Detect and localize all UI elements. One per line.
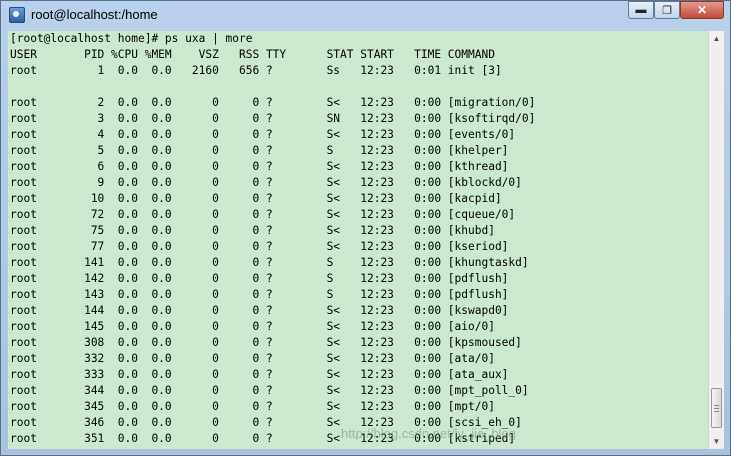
terminal-line: root 5 0.0 0.0 0 0 ? S 12:23 0:00 [khelp… — [10, 144, 509, 157]
terminal-line: root 72 0.0 0.0 0 0 ? S< 12:23 0:00 [cqu… — [10, 208, 516, 221]
terminal-line: root 9 0.0 0.0 0 0 ? S< 12:23 0:00 [kblo… — [10, 176, 522, 189]
terminal-line: root 144 0.0 0.0 0 0 ? S< 12:23 0:00 [ks… — [10, 304, 509, 317]
terminal-line: root 6 0.0 0.0 0 0 ? S< 12:23 0:00 [kthr… — [10, 160, 509, 173]
terminal-line: root 3 0.0 0.0 0 0 ? SN 12:23 0:00 [ksof… — [10, 112, 536, 125]
title-bar[interactable]: root@localhost:/home ▬ ❐ ✕ — [1, 1, 730, 31]
terminal-line: root 141 0.0 0.0 0 0 ? S 12:23 0:00 [khu… — [10, 256, 529, 269]
terminal-line: root 345 0.0 0.0 0 0 ? S< 12:23 0:00 [mp… — [10, 400, 495, 413]
close-icon: ✕ — [696, 3, 708, 17]
watermark: http://blog.csdn.net/ly_jie_blog — [341, 426, 516, 441]
terminal-line: root 143 0.0 0.0 0 0 ? S 12:23 0:00 [pdf… — [10, 288, 509, 301]
scroll-up-arrow-icon[interactable]: ▲ — [709, 31, 724, 46]
scroll-down-arrow-icon[interactable]: ▼ — [709, 434, 724, 449]
terminal-line: USER PID %CPU %MEM VSZ RSS TTY STAT STAR… — [10, 48, 495, 61]
terminal-line: root 308 0.0 0.0 0 0 ? S< 12:23 0:00 [kp… — [10, 336, 522, 349]
scrollbar-thumb[interactable] — [711, 388, 722, 428]
terminal-line: root 142 0.0 0.0 0 0 ? S 12:23 0:00 [pdf… — [10, 272, 509, 285]
terminal-window: root@localhost:/home ▬ ❐ ✕ [root@localho… — [0, 0, 731, 456]
terminal-output[interactable]: [root@localhost home]# ps uxa | more USER… — [8, 31, 708, 449]
restore-icon: ❐ — [662, 4, 672, 17]
window-controls: ▬ ❐ ✕ — [628, 1, 724, 21]
restore-button[interactable]: ❐ — [654, 1, 680, 19]
terminal-line: root 10 0.0 0.0 0 0 ? S< 12:23 0:00 [kac… — [10, 192, 502, 205]
terminal-line: root 2 0.0 0.0 0 0 ? S< 12:23 0:00 [migr… — [10, 96, 536, 109]
terminal-line: root 77 0.0 0.0 0 0 ? S< 12:23 0:00 [kse… — [10, 240, 509, 253]
terminal-line: root 145 0.0 0.0 0 0 ? S< 12:23 0:00 [ai… — [10, 320, 495, 333]
terminal-line: root 344 0.0 0.0 0 0 ? S< 12:23 0:00 [mp… — [10, 384, 529, 397]
terminal-line: root 333 0.0 0.0 0 0 ? S< 12:23 0:00 [at… — [10, 368, 509, 381]
terminal-line: root 1 0.0 0.0 2160 656 ? Ss 12:23 0:01 … — [10, 64, 502, 77]
window-title: root@localhost:/home — [31, 7, 158, 22]
terminal-app-icon[interactable] — [9, 7, 25, 23]
terminal-line: [root@localhost home]# ps uxa | more — [10, 32, 253, 45]
minimize-icon: ▬ — [635, 4, 647, 16]
terminal-line: root 75 0.0 0.0 0 0 ? S< 12:23 0:00 [khu… — [10, 224, 495, 237]
close-button[interactable]: ✕ — [680, 1, 724, 19]
terminal-line: root 4 0.0 0.0 0 0 ? S< 12:23 0:00 [even… — [10, 128, 516, 141]
vertical-scrollbar[interactable]: ▲ ▼ — [708, 31, 724, 449]
terminal-line: root 332 0.0 0.0 0 0 ? S< 12:23 0:00 [at… — [10, 352, 495, 365]
minimize-button[interactable]: ▬ — [628, 1, 654, 19]
